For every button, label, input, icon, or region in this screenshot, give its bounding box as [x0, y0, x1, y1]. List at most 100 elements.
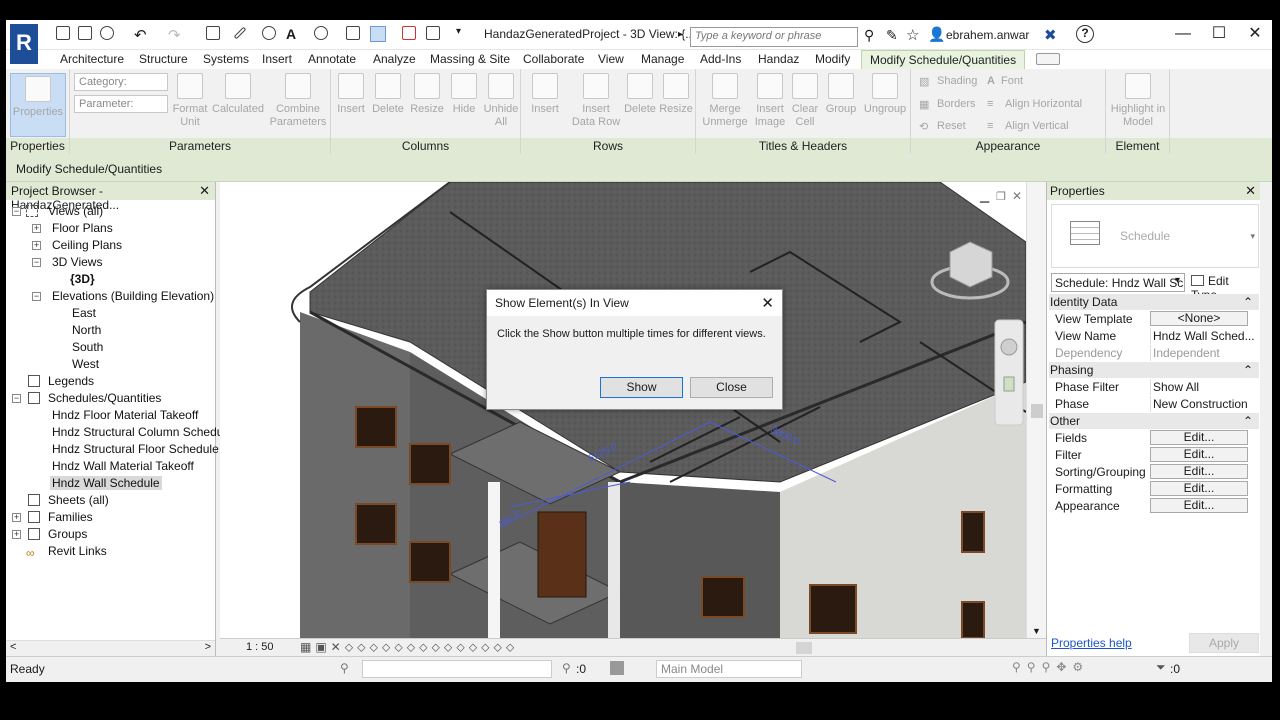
tree-revit-links[interactable]: Revit Links: [48, 544, 107, 558]
tab-add-ins[interactable]: Add-Ins: [700, 52, 741, 66]
view-cube[interactable]: [949, 241, 993, 288]
calculated-button[interactable]: Calculated: [212, 73, 264, 116]
browser-scrollbar[interactable]: < >: [6, 640, 215, 656]
borders-button[interactable]: Borders: [937, 98, 976, 110]
row-insert-button[interactable]: Insert: [527, 73, 563, 116]
view-vertical-scrollbar[interactable]: ▼: [1026, 182, 1046, 638]
parameter-combo[interactable]: Parameter:: [74, 95, 168, 113]
save-icon[interactable]: [78, 26, 94, 42]
scroll-down-icon[interactable]: ▼: [1032, 626, 1041, 636]
search-input[interactable]: Type a keyword or phrase: [690, 27, 858, 47]
favorites-icon[interactable]: ☆: [906, 26, 919, 44]
minimize-button[interactable]: —: [1168, 24, 1198, 44]
navigation-bar[interactable]: [994, 319, 1024, 426]
3d-view-icon[interactable]: [314, 26, 330, 42]
section-icon[interactable]: [346, 26, 362, 42]
phase-filter-field[interactable]: Show All: [1150, 379, 1256, 395]
group-identity-data[interactable]: Identity Data ⌃: [1049, 294, 1259, 310]
ungroup-button[interactable]: Ungroup: [862, 73, 908, 116]
collapse-icon[interactable]: ⌃: [1243, 363, 1253, 377]
expand-icon[interactable]: +: [12, 530, 21, 539]
properties-ribbon-button[interactable]: Properties: [10, 73, 66, 137]
tab-massing-site[interactable]: Massing & Site: [430, 52, 510, 66]
expand-search-icon[interactable]: ▸: [678, 29, 683, 40]
tab-view[interactable]: View: [598, 52, 624, 66]
subscription-icon[interactable]: ✎: [886, 27, 898, 44]
user-name[interactable]: ebrahem.anwar: [946, 28, 1029, 42]
dialog-close-icon[interactable]: ✕: [761, 294, 774, 312]
filter-icon[interactable]: ⏷: [1156, 660, 1166, 675]
design-option-combo[interactable]: Main Model: [656, 660, 802, 678]
type-selector[interactable]: Schedule ▾: [1051, 204, 1259, 268]
sorting-edit-button[interactable]: Edit...: [1150, 464, 1248, 479]
scroll-left-icon[interactable]: <: [10, 641, 16, 653]
column-unhide-all-button[interactable]: Unhide All: [483, 73, 519, 129]
expand-icon[interactable]: +: [12, 513, 21, 522]
clear-cell-button[interactable]: Clear Cell: [790, 73, 820, 129]
text-icon[interactable]: A: [286, 26, 302, 42]
tree-groups[interactable]: Groups: [48, 527, 87, 541]
tab-manage[interactable]: Manage: [641, 52, 684, 66]
expand-icon[interactable]: +: [32, 241, 41, 250]
maximize-button[interactable]: ☐: [1204, 24, 1234, 44]
tree-schedule-structural-column[interactable]: Hndz Structural Column Schedul: [52, 425, 226, 439]
font-button[interactable]: Font: [1001, 75, 1023, 87]
close-icon[interactable]: ✕: [1245, 183, 1256, 199]
column-hide-button[interactable]: Hide: [449, 73, 479, 116]
tab-annotate[interactable]: Annotate: [308, 52, 356, 66]
shading-button[interactable]: Shading: [937, 75, 977, 87]
exchange-apps-icon[interactable]: ✖: [1044, 26, 1057, 44]
tab-insert[interactable]: Insert: [262, 52, 292, 66]
chevron-down-icon[interactable]: ▾: [1250, 231, 1255, 242]
view-name-field[interactable]: Hndz Wall Sched...: [1150, 328, 1256, 344]
scrollbar-thumb[interactable]: [1031, 404, 1043, 418]
user-icon[interactable]: 👤: [928, 26, 945, 43]
tab-modify-schedule-quantities[interactable]: Modify Schedule/Quantities: [861, 50, 1026, 69]
binoculars-icon[interactable]: ⚲: [864, 27, 874, 44]
collapse-icon[interactable]: ⌃: [1243, 414, 1253, 428]
apply-button[interactable]: Apply: [1189, 633, 1259, 653]
collapse-icon[interactable]: ⌃: [1243, 295, 1253, 309]
row-resize-button[interactable]: Resize: [659, 73, 693, 116]
redo-icon[interactable]: ↷: [168, 26, 184, 44]
tree-legends[interactable]: Legends: [48, 374, 94, 388]
edit-type-button[interactable]: Edit Type: [1189, 272, 1259, 302]
tree-ceiling-plans[interactable]: Ceiling Plans: [52, 238, 122, 252]
tab-collaborate[interactable]: Collaborate: [523, 52, 584, 66]
column-delete-button[interactable]: Delete: [371, 73, 405, 116]
close-hidden-icon[interactable]: [402, 26, 418, 42]
tab-handaz[interactable]: Handaz: [758, 52, 799, 66]
tab-systems[interactable]: Systems: [203, 52, 249, 66]
fields-edit-button[interactable]: Edit...: [1150, 430, 1248, 445]
tree-floor-plans[interactable]: Floor Plans: [52, 221, 113, 235]
help-icon[interactable]: ?: [1076, 25, 1094, 43]
tree-sheets[interactable]: Sheets (all): [48, 493, 109, 507]
sync-icon[interactable]: [100, 26, 116, 42]
category-combo[interactable]: Category:: [74, 73, 168, 91]
chevron-down-icon[interactable]: ▾: [1175, 275, 1180, 286]
tree-elevation-east[interactable]: East: [72, 306, 96, 320]
column-resize-button[interactable]: Resize: [409, 73, 445, 116]
view-scale[interactable]: 1 : 50: [246, 641, 274, 653]
view-minimize-icon[interactable]: ▁: [979, 189, 990, 203]
undo-icon[interactable]: ↶: [134, 26, 150, 44]
tree-schedule-structural-floor[interactable]: Hndz Structural Floor Schedule: [52, 442, 219, 456]
collapse-icon[interactable]: −: [32, 258, 41, 267]
tree-elevation-west[interactable]: West: [72, 357, 99, 371]
view-close-icon[interactable]: ✕: [1012, 189, 1022, 203]
thin-lines-icon[interactable]: [370, 26, 386, 42]
zoom-icon[interactable]: [1003, 376, 1015, 392]
show-button[interactable]: Show: [600, 377, 683, 398]
appearance-edit-button[interactable]: Edit...: [1150, 498, 1248, 513]
design-options-icon[interactable]: [610, 661, 624, 675]
tree-3d-view[interactable]: {3D}: [70, 272, 95, 286]
qat-dropdown-icon[interactable]: ▾: [456, 26, 472, 42]
merge-unmerge-button[interactable]: Merge Unmerge: [700, 73, 750, 129]
print-icon[interactable]: [206, 26, 222, 42]
aligned-dimension-icon[interactable]: [262, 26, 278, 42]
phase-field[interactable]: New Construction: [1150, 396, 1256, 412]
editable-only-icon[interactable]: ⚲: [562, 661, 571, 675]
column-insert-button[interactable]: Insert: [335, 73, 367, 116]
tree-views-all[interactable]: Views (all): [48, 204, 103, 218]
tab-modify[interactable]: Modify: [815, 52, 850, 66]
